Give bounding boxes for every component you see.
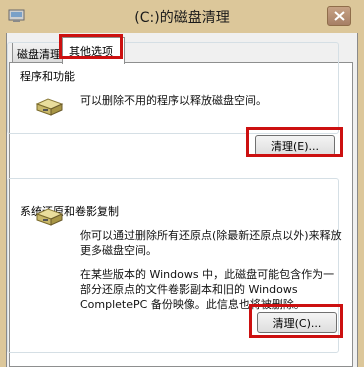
system-restore-description: 你可以通过删除所有还原点(除最新还原点以外)来释放更多磁盘空间。 — [80, 229, 342, 257]
highlight-box-cleanup-programs — [246, 127, 343, 157]
highlight-box-tab — [59, 34, 123, 59]
section-label-programs: 程序和功能 — [20, 70, 75, 83]
close-button[interactable] — [327, 6, 351, 26]
title-bar[interactable]: (C:)的磁盘清理 — [0, 0, 364, 33]
drive-icon — [34, 204, 64, 232]
window-title: (C:)的磁盘清理 — [134, 10, 230, 26]
drive-icon — [34, 94, 64, 122]
close-icon — [334, 11, 345, 21]
dialog-window: (C:)的磁盘清理 磁盘清理 其他选项 程序和功能 可以删除不用的程序以释放磁盘… — [0, 0, 364, 367]
highlight-box-cleanup-restore — [249, 304, 343, 338]
programs-description: 可以删除不用的程序以释放磁盘空间。 — [80, 94, 267, 107]
